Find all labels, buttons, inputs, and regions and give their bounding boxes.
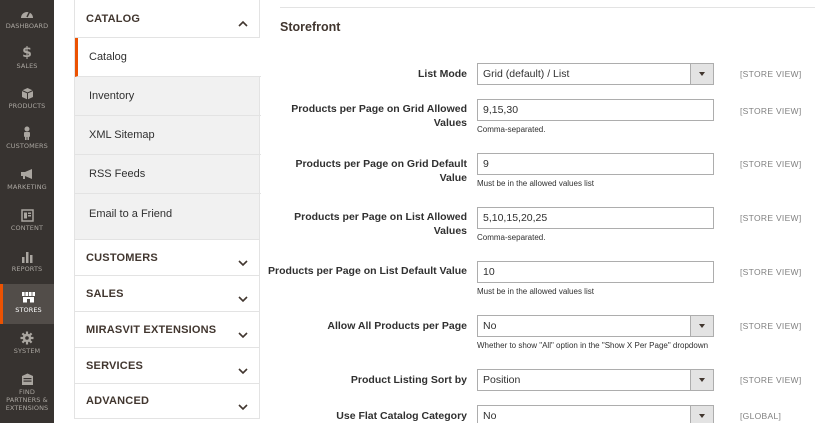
gear-icon — [0, 329, 54, 347]
field-note: Must be in the allowed values list — [477, 287, 594, 296]
use-flat-catalog-category-select[interactable]: No — [477, 405, 714, 423]
tab-group-services[interactable]: SERVICES — [74, 347, 260, 383]
menu-item-marketing[interactable]: Marketing — [0, 165, 54, 203]
admin-config-page: Dashboard $ Sales Products Customers Mar… — [0, 0, 815, 423]
scope-label: [STORE VIEW] — [740, 267, 802, 277]
tab-catalog[interactable]: Catalog — [75, 38, 261, 77]
field-note: Comma-separated. — [477, 125, 546, 134]
menu-item-products[interactable]: Products — [0, 84, 54, 122]
menu-item-dashboard[interactable]: Dashboard — [0, 4, 54, 42]
allow-all-products-select[interactable]: No — [477, 315, 714, 337]
scope-label: [STORE VIEW] — [740, 69, 802, 79]
chevron-down-icon — [238, 324, 248, 343]
store-icon — [3, 288, 54, 306]
menu-item-customers[interactable]: Customers — [0, 124, 54, 162]
tab-rss-feeds[interactable]: RSS Feeds — [75, 155, 261, 194]
tab-group-customers[interactable]: CUSTOMERS — [74, 239, 260, 275]
megaphone-icon — [0, 165, 54, 183]
chevron-down-icon — [238, 360, 248, 379]
partners-icon — [0, 370, 54, 388]
chevron-down-icon — [690, 370, 713, 390]
scope-label: [STORE VIEW] — [740, 106, 802, 116]
label-product-listing-sort: Product Listing Sort by — [350, 374, 467, 386]
label-list-allowed-values: Products per Page on List Allowed Values — [294, 211, 467, 237]
config-tabs: CATALOG Catalog Inventory XML Sitemap RS… — [74, 0, 261, 423]
menu-item-content[interactable]: Content — [0, 206, 54, 244]
chevron-up-icon — [238, 12, 248, 31]
dollar-icon: $ — [22, 45, 32, 61]
list-default-value-input[interactable]: 10 — [477, 261, 714, 283]
divider — [280, 7, 815, 8]
scope-label: [STORE VIEW] — [740, 159, 802, 169]
chevron-down-icon — [690, 406, 713, 423]
box-icon — [0, 84, 54, 102]
field-note: Whether to show "All" option in the "Sho… — [477, 341, 709, 350]
list-allowed-values-input[interactable]: 5,10,15,20,25 — [477, 207, 714, 229]
grid-default-value-input[interactable]: 9 — [477, 153, 714, 175]
chevron-down-icon — [238, 396, 248, 415]
grid-allowed-values-input[interactable]: 9,15,30 — [477, 99, 714, 121]
content-icon — [0, 206, 54, 224]
chevron-down-icon — [690, 64, 713, 84]
menu-item-system[interactable]: System — [0, 329, 54, 367]
scope-label: [STORE VIEW] — [740, 375, 802, 385]
tab-group-mirasvit-extensions[interactable]: MIRASVIT EXTENSIONS — [74, 311, 260, 347]
label-use-flat-catalog-category: Use Flat Catalog Category — [336, 410, 467, 422]
tab-email-to-friend[interactable]: Email to a Friend — [75, 194, 261, 233]
bar-chart-icon — [0, 247, 54, 265]
dashboard-icon — [0, 4, 54, 22]
chevron-down-icon — [690, 316, 713, 336]
tab-group-advanced[interactable]: ADVANCED — [74, 383, 260, 419]
label-allow-all-products: Allow All Products per Page — [327, 320, 467, 332]
menu-item-stores[interactable]: Stores — [0, 284, 54, 324]
field-note: Must be in the allowed values list — [477, 179, 594, 188]
tab-xml-sitemap[interactable]: XML Sitemap — [75, 116, 261, 155]
chevron-down-icon — [238, 288, 248, 307]
scope-label: [STORE VIEW] — [740, 321, 802, 331]
tab-group-catalog[interactable]: CATALOG — [74, 0, 260, 38]
label-grid-allowed-values: Products per Page on Grid Allowed Values — [291, 103, 467, 129]
config-section: Storefront List Mode Grid (default) / Li… — [268, 0, 815, 423]
tab-group-sales[interactable]: SALES — [74, 275, 260, 311]
label-grid-default-value: Products per Page on Grid Default Value — [295, 158, 467, 184]
label-list-mode: List Mode — [418, 68, 467, 80]
tab-inventory[interactable]: Inventory — [75, 77, 261, 116]
menu-item-partners[interactable]: Find Partners & Extensions — [0, 370, 54, 420]
scope-label: [STORE VIEW] — [740, 213, 802, 223]
catalog-subitems: Catalog Inventory XML Sitemap RSS Feeds … — [74, 38, 261, 239]
label-list-default-value: Products per Page on List Default Value — [268, 265, 467, 277]
list-mode-select[interactable]: Grid (default) / List — [477, 63, 714, 85]
product-listing-sort-select[interactable]: Position — [477, 369, 714, 391]
menu-item-reports[interactable]: Reports — [0, 247, 54, 285]
chevron-down-icon — [238, 252, 248, 271]
section-title-storefront: Storefront — [280, 20, 341, 34]
scope-label: [GLOBAL] — [740, 411, 782, 421]
menu-item-sales[interactable]: $ Sales — [0, 44, 54, 82]
admin-menu: Dashboard $ Sales Products Customers Mar… — [0, 0, 54, 423]
person-icon — [0, 124, 54, 142]
field-note: Comma-separated. — [477, 233, 546, 242]
